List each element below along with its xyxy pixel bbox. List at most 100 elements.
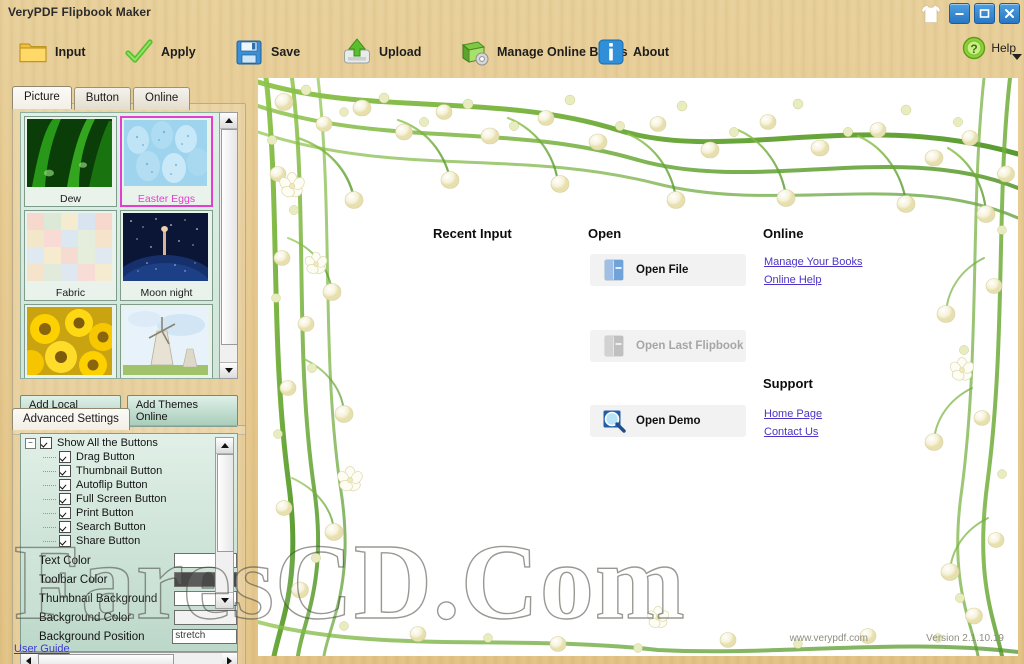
tree-row-share-button[interactable]: Share Button [39,534,237,548]
checkmark-icon [124,37,154,67]
scroll-up-button[interactable] [220,113,237,129]
main-toolbar: Input Apply Save Upload Manage Online Bo… [0,28,1024,75]
checkbox-thumbnail-button[interactable] [59,465,71,477]
flipbook-preview-area: Recent Input Open Online Support Open Fi… [258,78,1018,656]
property-row-thumbnail-background[interactable]: Thumbnail Background [21,589,237,608]
open-demo-label: Open Demo [636,415,701,427]
heading-recent-input: Recent Input [433,226,512,241]
property-row-background-color[interactable]: Background Color [21,608,237,627]
add-themes-online-button[interactable]: Add Themes Online [126,395,238,427]
settings-tree[interactable]: − Show All the Buttons Drag Button Thumb… [20,433,238,652]
tree-label: Print Button [76,507,134,519]
scroll-down-button[interactable] [220,362,237,378]
tree-connector-line [43,470,56,472]
tab-picture[interactable]: Picture [12,86,72,109]
theme-label: Dew [59,192,81,205]
link-manage-your-books[interactable]: Manage Your Books [764,256,862,268]
scroll-down-button[interactable] [216,592,233,608]
tree-row-print-button[interactable]: Print Button [39,506,237,520]
toolbar-item-upload[interactable]: Upload [338,34,425,70]
tree-label: Share Button [76,535,141,547]
color-swatch-background-color[interactable] [173,610,237,625]
scroll-up-button[interactable] [216,438,233,454]
theme-thumbnail-image [21,307,117,378]
magnifier-icon [602,409,626,433]
theme-item-moon-night[interactable]: Moon night [109,210,219,327]
folder-icon [18,37,48,67]
toolbar-item-save[interactable]: Save [230,34,304,70]
settings-tree-scrollbar[interactable] [215,437,234,609]
version-footer-text: Version 2.1.10.19 [926,633,1004,644]
tree-row-show-all-buttons[interactable]: − Show All the Buttons [21,436,237,450]
tree-row-thumbnail-button[interactable]: Thumbnail Button [39,464,237,478]
help-dropdown-caret[interactable] [1012,54,1022,60]
upload-icon [342,37,372,67]
toolbar-item-apply[interactable]: Apply [120,34,200,70]
theme-item-fabric[interactable]: Fabric [24,210,117,301]
close-button[interactable] [999,3,1020,24]
combo-background-position[interactable]: stretch [172,629,237,644]
theme-item-sunflower[interactable]: Sunflower [21,304,117,378]
heading-support: Support [763,376,813,391]
theme-label: Moon night [140,286,193,299]
property-label: Background Position [39,630,145,643]
open-file-button[interactable]: Open File [590,254,746,286]
help-button[interactable]: ? Help [962,36,1016,60]
open-demo-button[interactable]: Open Demo [590,405,746,437]
tab-advanced-settings[interactable]: Advanced Settings [12,408,130,430]
app-title: VeryPDF Flipbook Maker [8,5,151,19]
theme-label: Easter Eggs [137,192,196,205]
toolbar-label-input: Input [55,45,86,59]
theme-item-easter-eggs[interactable]: Easter Eggs [120,116,213,207]
user-guide-link[interactable]: User Guide [14,643,70,655]
tree-row-search-button[interactable]: Search Button [39,520,237,534]
heading-online: Online [763,226,804,241]
checkbox-show-all-buttons[interactable] [40,437,52,449]
toolbar-label-upload: Upload [379,45,422,59]
theme-item-dew[interactable]: Dew [24,116,117,207]
tree-label: Show All the Buttons [57,437,158,449]
tree-label: Autoflip Button [76,479,148,491]
tab-online[interactable]: Online [133,87,191,110]
checkbox-autoflip-button[interactable] [59,479,71,491]
checkbox-search-button[interactable] [59,521,71,533]
tree-row-drag-button[interactable]: Drag Button [39,450,237,464]
checkbox-print-button[interactable] [59,507,71,519]
checkbox-full-screen-button[interactable] [59,493,71,505]
toolbar-label-about: About [633,45,670,59]
open-file-label: Open File [636,264,689,276]
scrollbar-thumb[interactable] [38,654,174,664]
tree-label: Search Button [76,521,146,533]
tab-button[interactable]: Button [73,87,132,110]
tree-expander-icon[interactable]: − [25,437,36,449]
link-online-help[interactable]: Online Help [764,274,821,286]
book-blue-icon [602,258,626,282]
property-row-toolbar-color[interactable]: Toolbar Color [21,570,237,589]
scrollbar-thumb[interactable] [221,129,238,345]
book-gear-icon [460,37,490,67]
maximize-button[interactable] [974,3,995,24]
link-home-page[interactable]: Home Page [764,408,822,420]
tree-row-full-screen-button[interactable]: Full Screen Button [39,492,237,506]
open-last-flipbook-button[interactable]: Open Last Flipbook [590,330,746,362]
checkbox-drag-button[interactable] [59,451,71,463]
theme-item-windmill[interactable]: Windmill [120,304,213,378]
picture-tabs: Picture Button Online [12,86,191,110]
property-row-text-color[interactable]: Text Color [21,551,237,570]
toolbar-item-about[interactable]: About [592,34,673,70]
theme-thumbnail-image [124,120,209,190]
theme-list-scrollbar[interactable] [219,112,238,379]
link-contact-us[interactable]: Contact Us [764,426,818,438]
checkbox-share-button[interactable] [59,535,71,547]
tree-row-autoflip-button[interactable]: Autoflip Button [39,478,237,492]
theme-thumbnail-list[interactable]: Dew Easter Eggs Fabric Moon night [20,112,220,379]
window-controls [920,3,1020,24]
toolbar-item-input[interactable]: Input [14,34,90,70]
skin-shirt-icon[interactable] [920,3,942,24]
minimize-button[interactable] [949,3,970,24]
scroll-right-button[interactable] [222,653,237,664]
tree-connector-line [43,484,56,486]
scrollbar-thumb[interactable] [217,454,234,552]
toolbar-label-save: Save [271,45,301,59]
property-label: Toolbar Color [39,573,108,586]
